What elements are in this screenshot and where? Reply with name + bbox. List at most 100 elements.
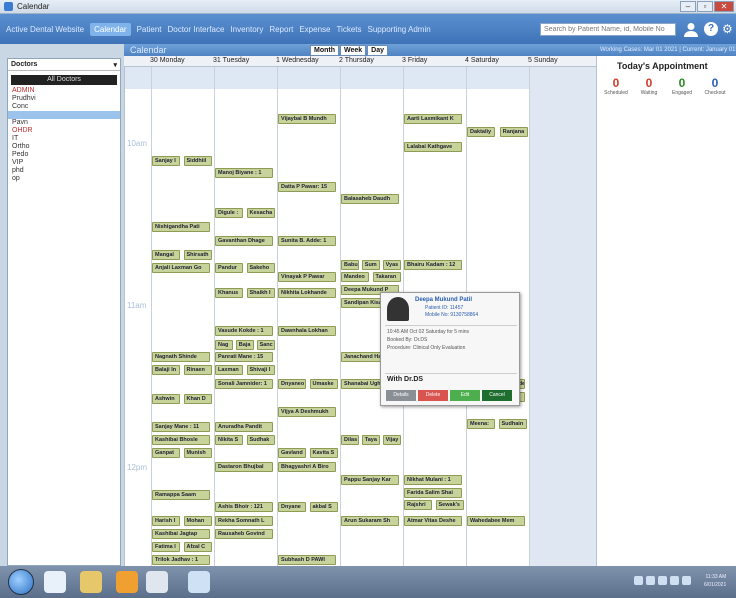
day-header[interactable]: 31 Tuesday: [213, 57, 249, 64]
appointment-event[interactable]: Sewak's: [435, 500, 464, 510]
appointment-event[interactable]: Atmar Vitas Deshe: [404, 516, 462, 526]
day-header[interactable]: 4 Saturday: [465, 57, 499, 64]
appointment-event[interactable]: Sanc: [256, 340, 275, 350]
browser-icon[interactable]: [44, 571, 66, 593]
appointment-event[interactable]: Nikhat Mulani : 1: [404, 475, 462, 485]
appointment-event[interactable]: Kesacha: [246, 208, 275, 218]
appointment-event[interactable]: Panrati Mane : 15: [215, 352, 273, 362]
appointment-event[interactable]: akbal S: [309, 502, 338, 512]
patient-name[interactable]: Deepa Mukund Patil: [415, 297, 472, 303]
appointment-event[interactable]: Datta P Pawar: 15: [278, 182, 336, 192]
appointment-event[interactable]: Vijay: [382, 435, 401, 445]
appointment-event[interactable]: Nikhita Lokhande: [278, 288, 336, 298]
day-column[interactable]: [277, 67, 340, 566]
appointment-event[interactable]: Rinaen: [183, 365, 212, 375]
doctor-item[interactable]: Prudhvi: [8, 95, 120, 103]
week-grid[interactable]: 10am 11am 12pm Vijaybai B Mundh Aarti Lax…: [124, 67, 596, 566]
stat-waiting[interactable]: 0 Waiting: [634, 76, 664, 96]
appointment-event[interactable]: Anjali Laxman Go: [152, 263, 210, 273]
appointment-event[interactable]: Balaji In: [152, 365, 180, 375]
doctor-item[interactable]: phd: [8, 167, 120, 175]
appointment-event[interactable]: Arun Sukaram Sh: [341, 516, 399, 526]
help-icon[interactable]: ?: [704, 22, 718, 36]
appointment-event[interactable]: Pandur: [215, 263, 243, 273]
view-day-button[interactable]: Day: [367, 45, 389, 56]
appointment-event[interactable]: Umaske: [309, 379, 338, 389]
start-button[interactable]: [8, 569, 34, 595]
appointment-event[interactable]: Anuradha Pandit: [215, 422, 273, 432]
stat-checkout[interactable]: 0 Checkout: [700, 76, 730, 96]
appointment-event[interactable]: Rausaheb Govind: [215, 529, 273, 539]
tray-icon[interactable]: [682, 576, 691, 585]
cancel-button[interactable]: Cancel: [482, 390, 512, 401]
gear-icon[interactable]: ⚙: [722, 22, 734, 36]
appointment-event[interactable]: Digule :: [215, 208, 243, 218]
appointment-event[interactable]: Pappu Sanjay Kar: [341, 475, 399, 485]
appointment-event[interactable]: Takaran: [372, 272, 401, 282]
close-button[interactable]: ✕: [714, 1, 734, 12]
doctor-item[interactable]: Pedo: [8, 151, 120, 159]
appointment-event[interactable]: Kavita S: [309, 448, 338, 458]
appointment-event[interactable]: Sonali Jamnider: 1: [215, 379, 273, 389]
appointment-event[interactable]: Rekha Somnath L: [215, 516, 273, 526]
media-icon[interactable]: [116, 571, 138, 593]
appointment-event[interactable]: Sakeho: [246, 263, 275, 273]
appointment-event[interactable]: Sudhain: [498, 419, 527, 429]
appointment-event[interactable]: Vijaybai B Mundh: [278, 114, 336, 124]
menu-item-report[interactable]: Report: [269, 25, 293, 34]
menu-item-inventory[interactable]: Inventory: [230, 25, 263, 34]
doctor-item[interactable]: IT: [8, 135, 120, 143]
appointment-event[interactable]: Sum: [361, 260, 380, 270]
appointment-event[interactable]: Kashibai Bhosle: [152, 435, 210, 445]
appointment-event[interactable]: Harish I: [152, 516, 180, 526]
menu-item-calendar[interactable]: Calendar: [90, 22, 131, 36]
appointment-event[interactable]: Mandeo: [341, 272, 369, 282]
appointment-event[interactable]: Dnyane: [278, 502, 306, 512]
appointment-event[interactable]: Trilok Jadhav : 1: [152, 555, 210, 565]
appointment-event[interactable]: Shivaji I: [246, 365, 275, 375]
appointment-event[interactable]: Aarti Laxmikant K: [404, 114, 462, 124]
view-week-button[interactable]: Week: [340, 45, 367, 56]
stat-scheduled[interactable]: 0 Scheduled: [601, 76, 631, 96]
doctor-item-selected[interactable]: [8, 111, 120, 119]
appointment-event[interactable]: Shaikh I: [246, 288, 275, 298]
day-header[interactable]: 30 Monday: [150, 57, 185, 64]
calendar-taskbar-icon[interactable]: [188, 571, 210, 593]
appointment-event[interactable]: Bhagyashri A Biro: [278, 462, 336, 472]
appointment-event[interactable]: Baja: [235, 340, 254, 350]
appointment-event[interactable]: Nag: [215, 340, 233, 350]
menu-item-doctor-interface[interactable]: Doctor Interface: [167, 25, 224, 34]
clock[interactable]: 11:33 AM 6/01/2021: [704, 573, 726, 589]
appointment-event[interactable]: Meena:: [467, 419, 495, 429]
all-doctors-item[interactable]: All Doctors: [11, 75, 117, 85]
appointment-event[interactable]: Afzal C: [183, 542, 212, 552]
appointment-event[interactable]: Vyas: [382, 260, 401, 270]
appointment-event[interactable]: Munish: [183, 448, 212, 458]
doctor-item[interactable]: ADMIN: [8, 87, 120, 95]
day-column[interactable]: [529, 67, 596, 566]
patient-search-input[interactable]: [540, 23, 676, 36]
appointment-event[interactable]: Vijya A Deshmukh: [278, 407, 336, 417]
doctor-item[interactable]: Pavn: [8, 119, 120, 127]
maximize-button[interactable]: ▫: [697, 1, 713, 12]
tray-icon[interactable]: [670, 576, 679, 585]
appointment-event[interactable]: Dawnhala Lokhan: [278, 326, 336, 336]
appointment-event[interactable]: Taya: [361, 435, 380, 445]
appointment-event[interactable]: Babu: [341, 260, 359, 270]
edit-button[interactable]: Edit: [450, 390, 480, 401]
appointment-event[interactable]: Rajshri: [404, 500, 432, 510]
user-icon[interactable]: [684, 22, 698, 37]
doctor-item[interactable]: Conc: [8, 103, 120, 111]
tray-icon[interactable]: [658, 576, 667, 585]
appointment-event[interactable]: Manoj Biyane : 1: [215, 168, 273, 178]
day-header[interactable]: 3 Friday: [402, 57, 427, 64]
doctors-dropdown[interactable]: Doctors ▾: [8, 59, 120, 71]
appointment-event[interactable]: Ashwin: [152, 394, 180, 404]
appointment-event[interactable]: Ganpat: [152, 448, 180, 458]
appointment-event[interactable]: Nagnath Shinde: [152, 352, 210, 362]
appointment-event[interactable]: Ashis Bhoir : 121: [215, 502, 273, 512]
appointment-event[interactable]: Nikita S: [215, 435, 243, 445]
appointment-event[interactable]: Dnyaneo: [278, 379, 306, 389]
tray-icon[interactable]: [634, 576, 643, 585]
appointment-event[interactable]: Siddhiil: [183, 156, 212, 166]
